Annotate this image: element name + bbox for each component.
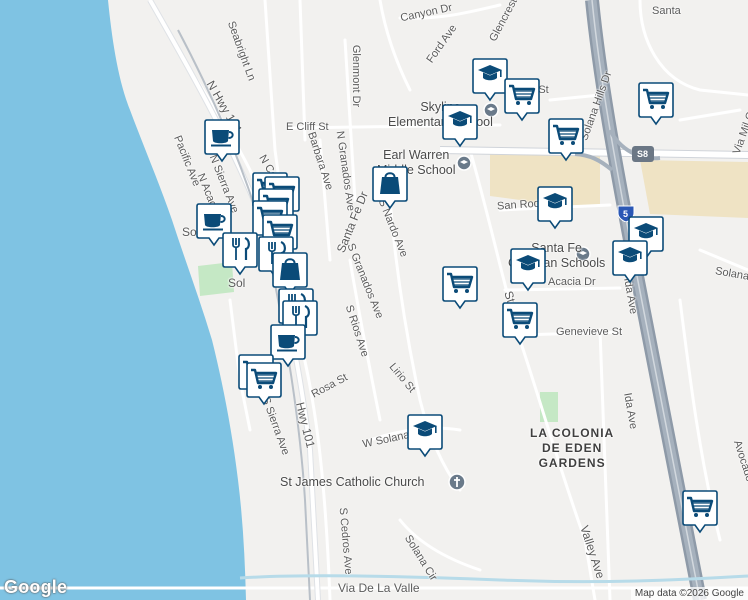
shopping-cart-marker[interactable] — [638, 82, 674, 126]
school-marker[interactable] — [472, 58, 508, 102]
coffee-cup-marker[interactable] — [204, 119, 240, 163]
poi-label-st-james-church[interactable]: St James Catholic Church — [280, 475, 425, 490]
shopping-cart-marker[interactable] — [682, 490, 718, 534]
map-attribution[interactable]: Map data ©2026 Google — [630, 587, 748, 600]
map-canvas[interactable]: S8 5 Santa Canyon Dr Ford Ave Glencrest … — [0, 0, 748, 600]
road-label-genevieve-st: Genevieve St — [556, 326, 623, 338]
school-marker[interactable] — [537, 186, 573, 230]
area-label-la-colonia: LA COLONIA DE EDEN GARDENS — [530, 426, 615, 470]
shopping-cart-marker[interactable] — [246, 362, 282, 406]
shopping-cart-marker[interactable] — [548, 118, 584, 162]
road-label-sol: Sol — [228, 276, 246, 290]
road-label-glenmont-dr: Glenmont Dr — [350, 44, 363, 108]
school-marker[interactable] — [612, 240, 648, 284]
google-logo: Google — [4, 577, 68, 597]
route-s8-label: S8 — [637, 149, 649, 159]
shopping-cart-marker[interactable] — [502, 302, 538, 346]
shopping-bag-marker[interactable] — [372, 166, 408, 210]
road-label-santa: Santa — [652, 5, 681, 17]
school-marker[interactable] — [510, 248, 546, 292]
road-label-e-cliff-st: E Cliff St — [286, 121, 329, 133]
church-pin-icon[interactable] — [448, 473, 466, 491]
road-label-via-de-la-valle: Via De La Valle — [338, 581, 420, 595]
school-marker[interactable] — [407, 414, 443, 458]
fork-knife-marker[interactable] — [222, 232, 258, 276]
school-marker[interactable] — [442, 104, 478, 148]
school-pin-icon[interactable] — [456, 155, 472, 171]
road-label-acacia-dr: Acacia Dr — [548, 276, 596, 288]
shopping-cart-marker[interactable] — [442, 266, 478, 310]
shopping-cart-marker[interactable] — [504, 78, 540, 122]
commercial-area-east — [640, 160, 748, 218]
